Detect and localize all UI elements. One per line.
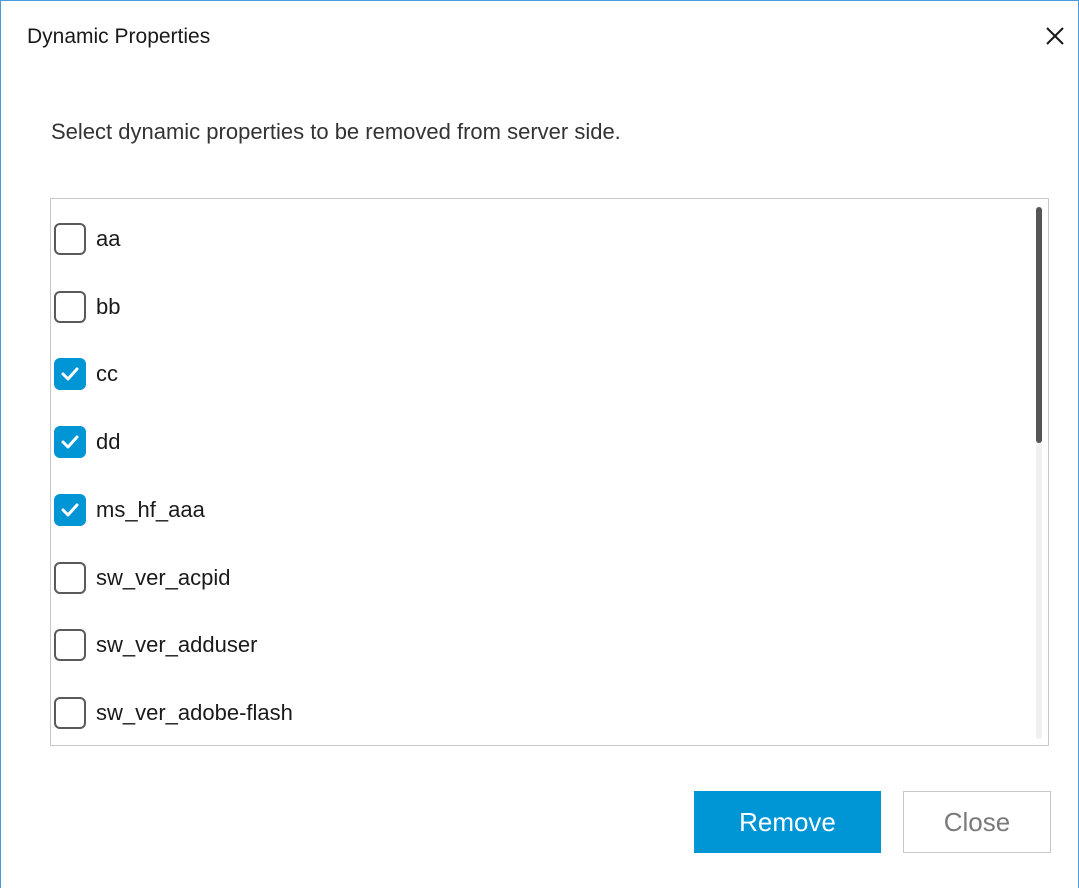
instruction-text: Select dynamic properties to be removed … (51, 119, 621, 144)
list-item[interactable]: ms_hf_aaa (54, 490, 205, 530)
list-item[interactable]: sw_ver_adobe-flash (54, 693, 293, 733)
list-item[interactable]: sw_ver_adduser (54, 625, 257, 665)
close-button[interactable]: Close (903, 791, 1051, 853)
checkbox[interactable] (54, 629, 86, 661)
checkbox[interactable] (54, 291, 86, 323)
list-item[interactable]: bb (54, 287, 120, 327)
checkmark-icon (61, 367, 79, 381)
list-item-label: sw_ver_acpid (96, 565, 231, 590)
checkmark-icon (61, 435, 79, 449)
list-item[interactable]: aa (54, 219, 120, 259)
checkbox[interactable] (54, 697, 86, 729)
list-item[interactable]: cc (54, 354, 118, 394)
list-item-label: sw_ver_adobe-flash (96, 700, 293, 725)
dynamic-properties-dialog: Dynamic Properties Select dynamic proper… (0, 0, 1079, 888)
close-icon[interactable] (1038, 19, 1072, 53)
checkbox[interactable] (54, 358, 86, 390)
properties-list: aa bb cc dd ms_hf_aaa sw_ver_acpid sw_ver_addu… (50, 198, 1049, 746)
list-item-label: dd (96, 429, 121, 454)
dialog-title: Dynamic Properties (27, 25, 211, 48)
remove-button[interactable]: Remove (694, 791, 881, 853)
list-item-label: aa (96, 226, 121, 251)
checkbox[interactable] (54, 562, 86, 594)
scrollbar[interactable] (1036, 207, 1042, 739)
scrollbar-thumb[interactable] (1036, 207, 1042, 443)
checkbox[interactable] (54, 223, 86, 255)
list-item-label: sw_ver_adduser (96, 632, 258, 657)
list-item-label: cc (96, 361, 118, 386)
list-item-label: bb (96, 294, 121, 319)
checkbox[interactable] (54, 494, 86, 526)
list-item-label: ms_hf_aaa (96, 497, 205, 522)
checkbox[interactable] (54, 426, 86, 458)
checkmark-icon (61, 503, 79, 517)
list-item[interactable]: sw_ver_acpid (54, 558, 231, 598)
list-item[interactable]: dd (54, 422, 120, 462)
